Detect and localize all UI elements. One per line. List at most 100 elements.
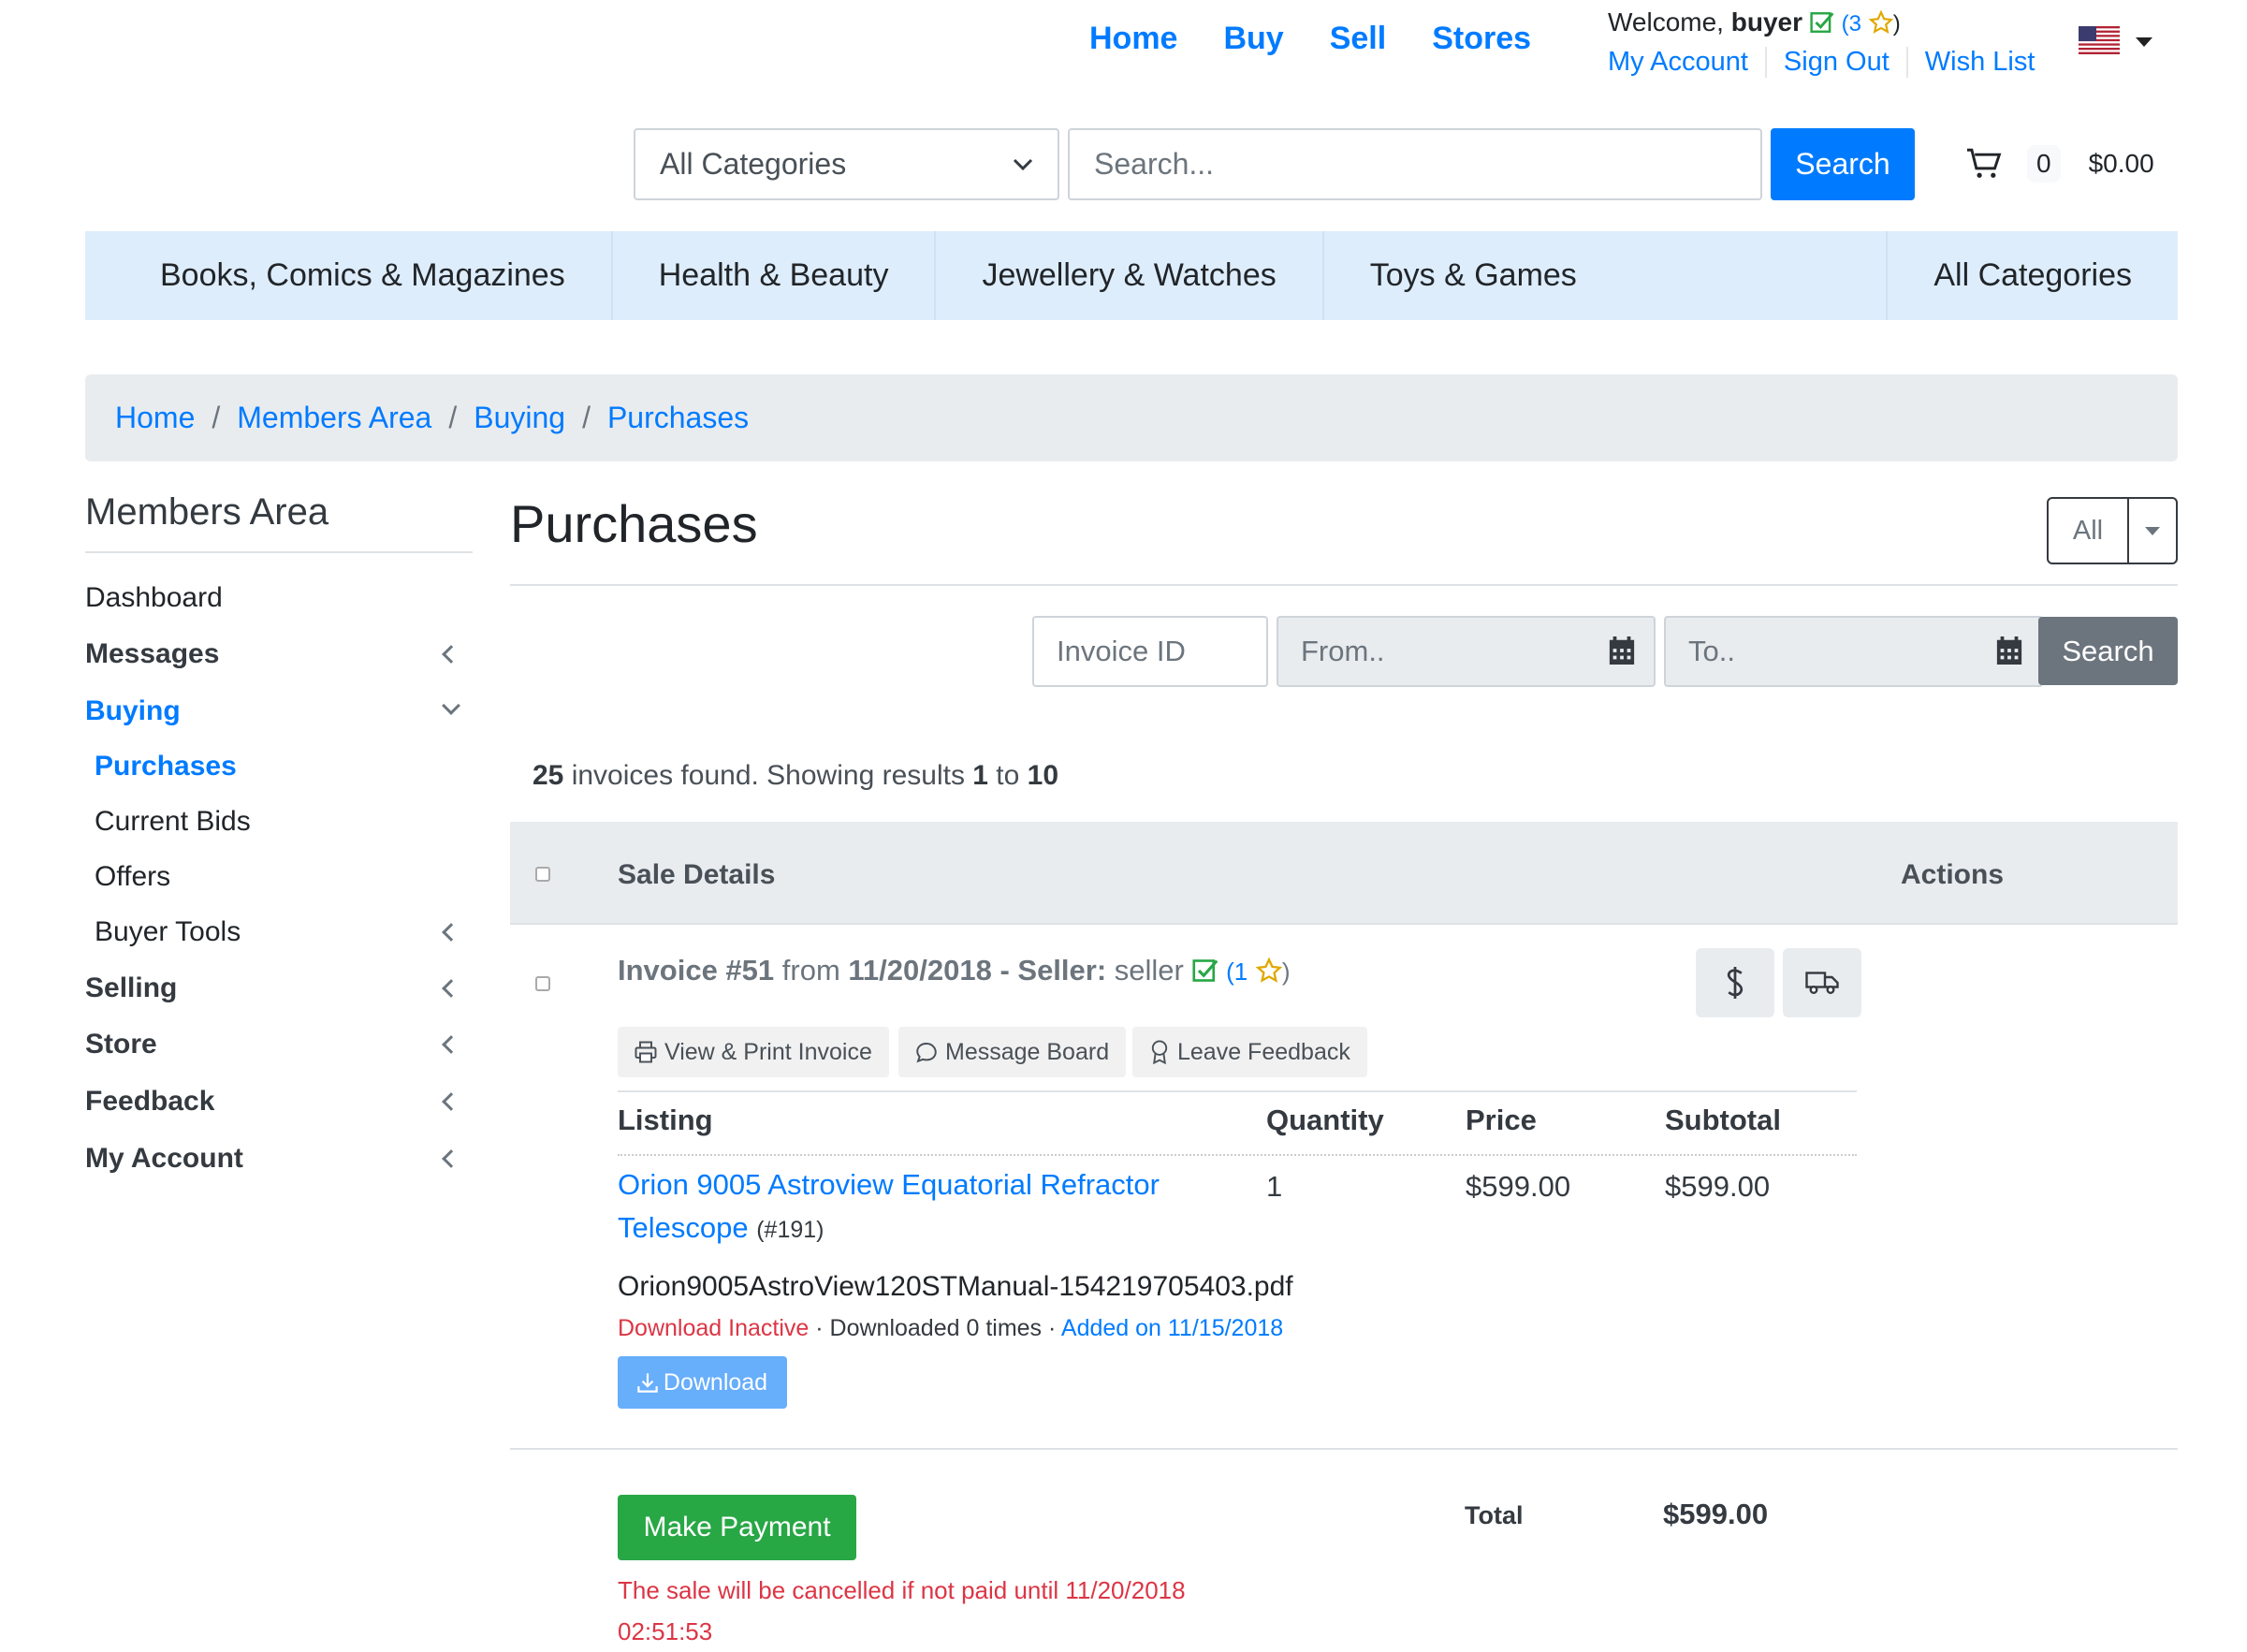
top-nav: Home Buy Sell Stores xyxy=(1089,21,1577,57)
header-actions: Actions xyxy=(1901,859,2005,890)
sign-out-link[interactable]: Sign Out xyxy=(1784,47,1908,78)
search-button[interactable]: Search xyxy=(1771,128,1915,200)
column-quantity: Quantity xyxy=(1266,1104,1384,1136)
listing-title-link[interactable]: Orion 9005 Astroview Equatorial Refracto… xyxy=(618,1168,1160,1244)
breadcrumb-buying[interactable]: Buying xyxy=(474,401,565,435)
sidebar-item-selling[interactable]: Selling xyxy=(85,972,460,1004)
sidebar-item-messages[interactable]: Messages xyxy=(85,638,460,670)
breadcrumb-home[interactable]: Home xyxy=(115,401,195,435)
category-toys[interactable]: Toys & Games xyxy=(1324,231,1623,320)
wish-list-link[interactable]: Wish List xyxy=(1925,47,2052,78)
title-divider xyxy=(510,584,2178,586)
sidebar-item-buying[interactable]: Buying xyxy=(85,695,460,727)
status-filter-value[interactable]: All xyxy=(2049,499,2129,563)
us-flag-icon[interactable] xyxy=(2079,26,2120,54)
filter-search-button[interactable]: Search xyxy=(2038,617,2178,685)
account-links: My Account Sign Out Wish List xyxy=(1608,47,2068,78)
category-health[interactable]: Health & Beauty xyxy=(613,231,937,320)
sidebar-title: Members Area xyxy=(85,491,329,533)
column-listing: Listing xyxy=(618,1104,713,1136)
seller-rating[interactable]: 1 xyxy=(1234,958,1248,986)
nav-sell[interactable]: Sell xyxy=(1330,21,1386,57)
invoice-divider xyxy=(618,1090,1857,1092)
star-icon xyxy=(1255,957,1283,983)
category-bar-spacer xyxy=(1623,231,1889,320)
breadcrumb: Home / Members Area / Buying / Purchases xyxy=(85,374,2178,461)
nav-buy[interactable]: Buy xyxy=(1223,21,1283,57)
total-label: Total xyxy=(1465,1501,1524,1529)
invoice-id-input[interactable]: Invoice ID xyxy=(1032,616,1268,687)
cart-total: $0.00 xyxy=(2088,149,2154,178)
truck-icon xyxy=(1805,972,1839,995)
sidebar-item-my-account[interactable]: My Account xyxy=(85,1143,460,1175)
verified-check-icon xyxy=(1191,959,1218,982)
category-bar: Books, Comics & Magazines Health & Beaut… xyxy=(85,231,2178,320)
column-price: Price xyxy=(1466,1104,1537,1136)
leave-feedback-button[interactable]: Leave Feedback xyxy=(1132,1027,1367,1077)
date-to-input[interactable]: To.. xyxy=(1664,616,2043,687)
sidebar-item-purchases[interactable]: Purchases xyxy=(95,751,469,782)
username: buyer xyxy=(1730,7,1802,37)
download-filename: Orion9005AstroView120STManual-1542197054… xyxy=(618,1271,1293,1302)
listing-quantity: 1 xyxy=(1266,1170,1283,1203)
shipping-action-button[interactable] xyxy=(1783,948,1861,1017)
status-filter-dropdown[interactable]: All xyxy=(2047,497,2178,564)
sidebar-item-store[interactable]: Store xyxy=(85,1029,460,1060)
chevron-left-icon xyxy=(442,1092,460,1111)
message-board-button[interactable]: Message Board xyxy=(898,1027,1127,1077)
date-from-input[interactable]: From.. xyxy=(1277,616,1656,687)
payment-action-button[interactable] xyxy=(1696,948,1774,1017)
download-icon xyxy=(637,1373,658,1393)
invoice-date: 11/20/2018 xyxy=(848,954,992,987)
breadcrumb-separator: / xyxy=(212,401,221,434)
table-header: Sale Details Actions xyxy=(510,822,2178,925)
cart-icon[interactable] xyxy=(1965,147,2003,181)
category-select[interactable]: All Categories xyxy=(634,128,1059,200)
nav-stores[interactable]: Stores xyxy=(1432,21,1531,57)
welcome-text: Welcome, buyer (3 ) xyxy=(1608,7,1901,37)
language-caret-icon[interactable] xyxy=(2136,37,2152,47)
calendar-icon[interactable] xyxy=(1996,636,2022,665)
chevron-left-icon xyxy=(442,645,460,664)
chevron-down-icon xyxy=(1013,158,1033,170)
seller-name: seller xyxy=(1106,954,1184,987)
results-summary: 25 invoices found. Showing results 1 to … xyxy=(533,760,1059,791)
chevron-left-icon xyxy=(442,979,460,998)
breadcrumb-members-area[interactable]: Members Area xyxy=(237,401,431,435)
listing-item: Orion 9005 Astroview Equatorial Refracto… xyxy=(618,1163,1198,1251)
totals-divider xyxy=(510,1448,2178,1450)
my-account-link[interactable]: My Account xyxy=(1608,47,1767,78)
cart[interactable]: 0 $0.00 xyxy=(1965,145,2154,183)
sidebar-item-feedback[interactable]: Feedback xyxy=(85,1086,460,1118)
sidebar-item-buyer-tools[interactable]: Buyer Tools xyxy=(95,916,460,948)
cart-count: 0 xyxy=(2027,145,2061,183)
dollar-icon xyxy=(1727,967,1744,999)
select-all-checkbox[interactable] xyxy=(535,867,550,882)
calendar-icon[interactable] xyxy=(1609,636,1635,665)
listing-divider xyxy=(618,1154,1857,1156)
listing-id: (#191) xyxy=(756,1217,824,1243)
breadcrumb-separator: / xyxy=(448,401,458,434)
make-payment-button[interactable]: Make Payment xyxy=(618,1495,856,1560)
chevron-down-icon xyxy=(442,696,460,715)
category-books[interactable]: Books, Comics & Magazines xyxy=(85,231,613,320)
invoice-number: Invoice #51 xyxy=(618,954,775,987)
invoice-checkbox[interactable] xyxy=(535,976,550,991)
nav-home[interactable]: Home xyxy=(1089,21,1177,57)
sidebar-divider xyxy=(85,551,473,553)
sidebar-item-current-bids[interactable]: Current Bids xyxy=(95,806,469,838)
search-input[interactable]: Search... xyxy=(1068,128,1762,200)
award-icon xyxy=(1151,1040,1168,1064)
verified-check-icon xyxy=(1810,12,1834,33)
category-all[interactable]: All Categories xyxy=(1888,231,2178,320)
chat-bubble-icon xyxy=(916,1043,937,1063)
view-print-invoice-button[interactable]: View & Print Invoice xyxy=(618,1027,889,1077)
breadcrumb-purchases[interactable]: Purchases xyxy=(607,401,749,435)
status-filter-toggle[interactable] xyxy=(2129,499,2176,563)
user-rating[interactable]: 3 xyxy=(1849,11,1861,37)
listing-subtotal: $599.00 xyxy=(1665,1170,1771,1203)
sidebar-item-offers[interactable]: Offers xyxy=(95,861,469,893)
download-button[interactable]: Download xyxy=(618,1356,787,1409)
sidebar-item-dashboard[interactable]: Dashboard xyxy=(85,582,460,614)
category-jewellery[interactable]: Jewellery & Watches xyxy=(936,231,1324,320)
